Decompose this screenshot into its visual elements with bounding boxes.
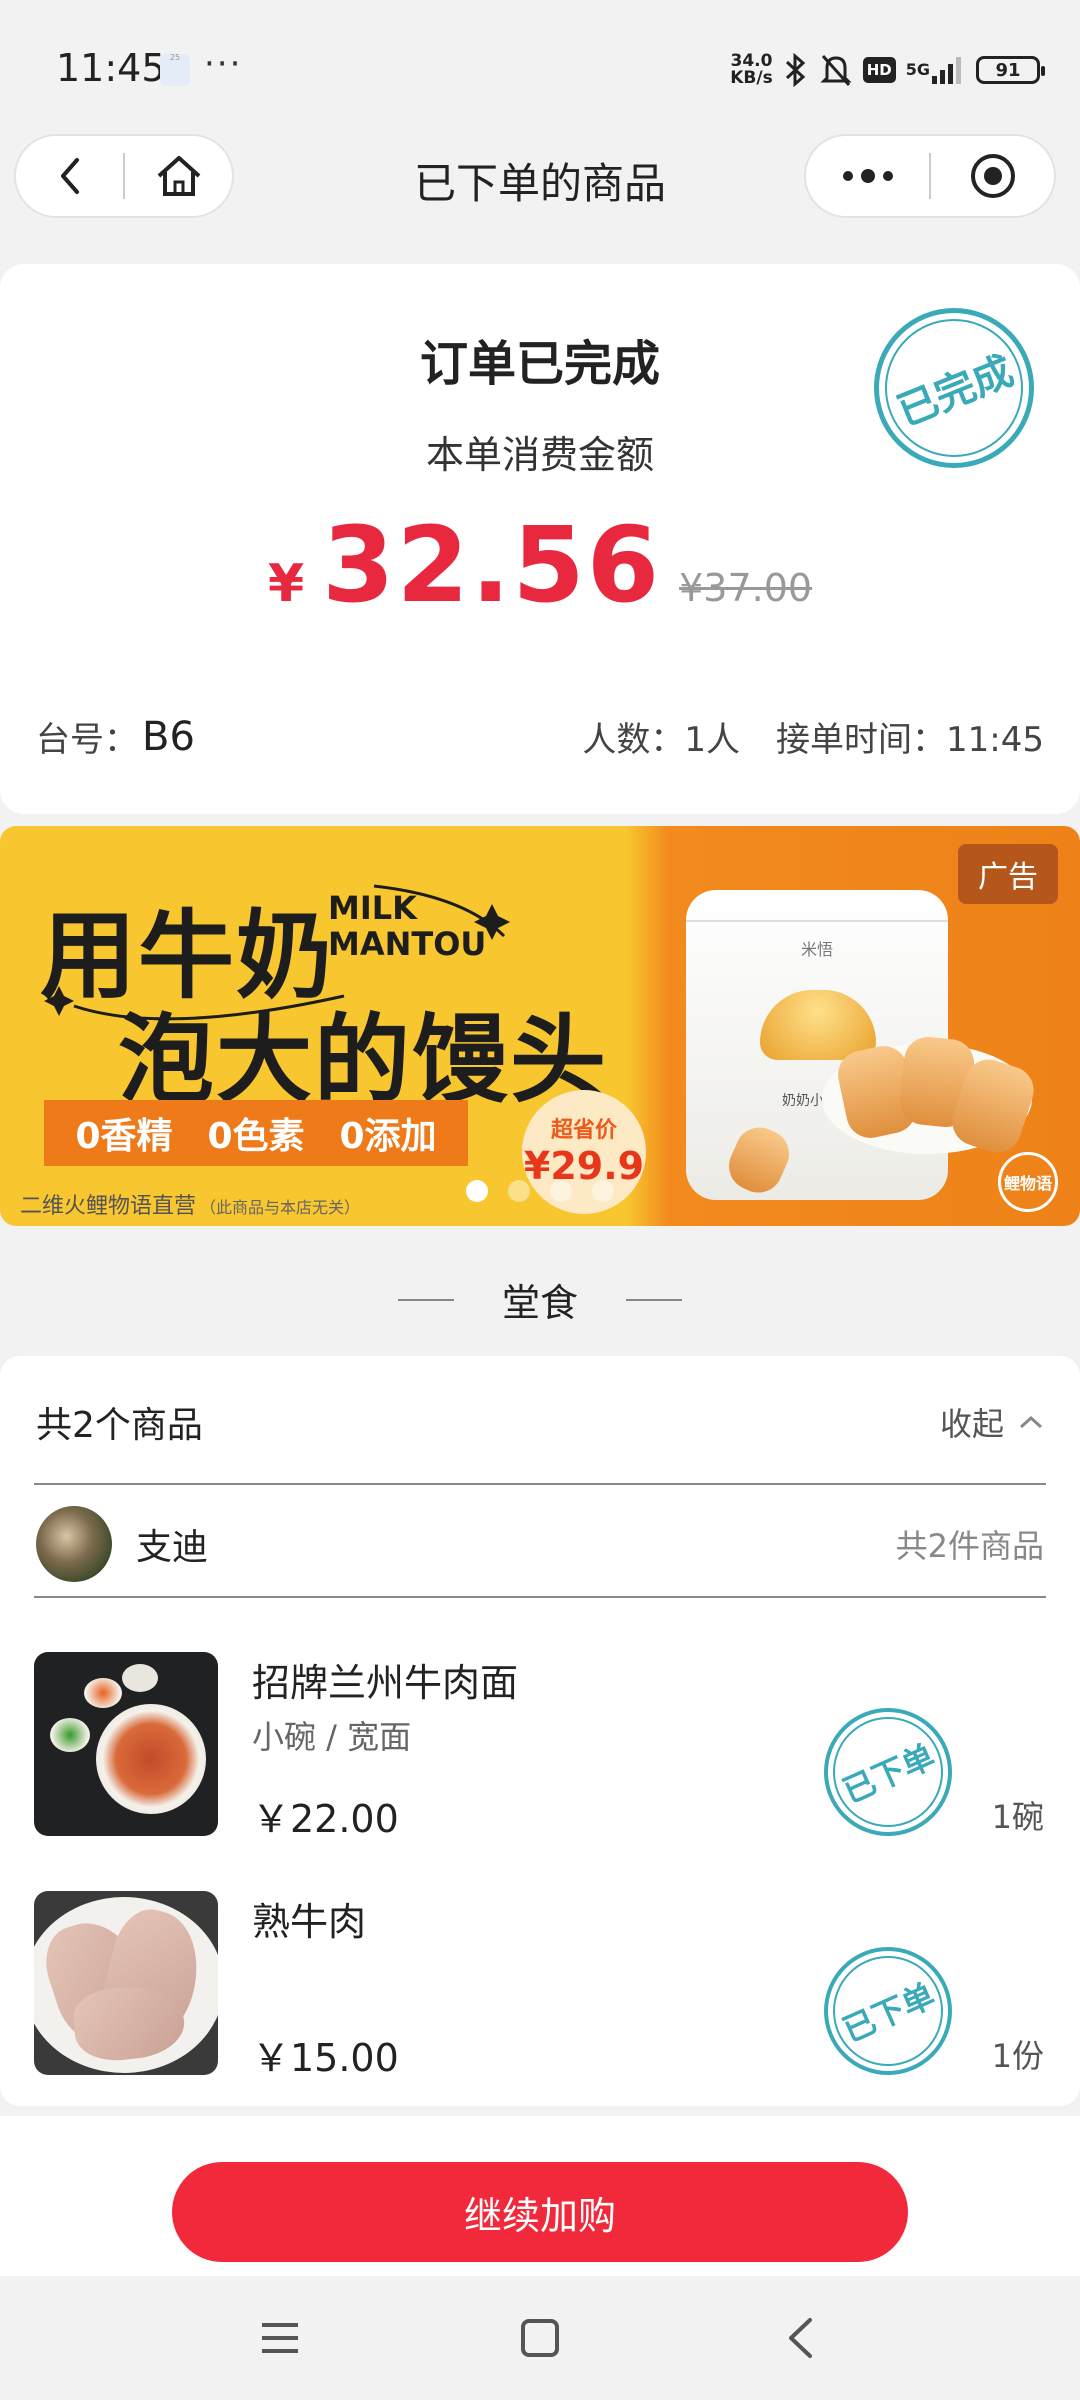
- list-item[interactable]: 招牌兰州牛肉面 小碗 / 宽面 ￥22.00 已下单 1碗: [34, 1652, 1044, 1845]
- status-bar: 11:45 25 ··· 34.0 KB/s HD 5G 91: [0, 0, 1080, 130]
- section-line: [626, 1298, 682, 1301]
- recents-button[interactable]: [250, 2308, 310, 2368]
- carousel-dot[interactable]: [550, 1180, 572, 1202]
- table-number: B6: [142, 713, 195, 760]
- order-meta-right: 人数：1人 接单时间：11:45: [582, 712, 1044, 761]
- calendar-day: 25: [169, 53, 181, 62]
- ad-carousel-dots: [466, 1180, 614, 1202]
- carousel-dot[interactable]: [508, 1180, 530, 1202]
- system-nav-bar: [0, 2276, 1080, 2400]
- battery-level: 91: [995, 59, 1021, 81]
- order-summary-card: 订单已完成 本单消费金额 ¥ 32.56 ¥37.00 已完成 台号： B6 人…: [0, 264, 1080, 814]
- order-time: 接单时间：11:45: [776, 720, 1044, 760]
- sliced-beef-image: [34, 1891, 218, 2075]
- nav-capsule-right: [804, 134, 1056, 218]
- user-row: 支迪 共2件商品: [36, 1504, 1044, 1584]
- item-price: ￥22.00: [252, 1797, 399, 1841]
- more-button[interactable]: [806, 136, 929, 216]
- ad-english-2: MANTOU: [328, 925, 487, 963]
- item-quantity: 1碗: [991, 1798, 1044, 1836]
- ad-label: 广告: [958, 844, 1058, 904]
- ad-english: MILK MANTOU: [328, 890, 486, 962]
- calendar-icon: 25: [160, 54, 190, 86]
- list-item[interactable]: 熟牛肉 ￥15.00 已下单 1份: [34, 1891, 1044, 2084]
- ad-brand-logo: 鲤物语: [998, 1152, 1058, 1212]
- goods-card: 共2个商品 收起 支迪 共2件商品 招牌兰州牛肉面 小碗 / 宽面 ￥22.00…: [0, 1356, 1080, 2106]
- currency-symbol: ¥: [267, 554, 305, 614]
- signal-icon: 5G: [906, 51, 966, 89]
- ordered-stamp: 已下单: [815, 1699, 961, 1845]
- carousel-dot[interactable]: [592, 1180, 614, 1202]
- close-miniapp-button[interactable]: [931, 136, 1054, 216]
- order-meta: 台号： B6 人数：1人 接单时间：11:45: [36, 712, 1044, 761]
- completed-stamp: 已完成: [864, 298, 1044, 478]
- collapse-button[interactable]: 收起: [940, 1399, 1044, 1445]
- ad-tag: 0添加: [339, 1107, 437, 1159]
- ordered-stamp-text: 已下单: [815, 1699, 961, 1845]
- user-goods-count: 共2件商品: [895, 1527, 1044, 1565]
- hd-label: HD: [862, 57, 896, 83]
- people-count: 人数：1人: [582, 720, 741, 760]
- goods-count: 共2个商品: [36, 1405, 203, 1446]
- item-spec: 小碗 / 宽面: [252, 1718, 412, 1756]
- section-title-text: 堂食: [501, 1281, 578, 1325]
- goods-header: 共2个商品 收起: [36, 1396, 1044, 1448]
- status-time: 11:45: [56, 46, 166, 90]
- ad-footer-note: （此商品与本店无关）: [200, 1198, 361, 1217]
- item-quantity: 1份: [991, 2037, 1044, 2075]
- section-line: [397, 1298, 454, 1301]
- ad-tag: 0香精: [75, 1107, 173, 1159]
- chevron-up-icon: [1019, 1415, 1043, 1429]
- original-amount: ¥37.00: [679, 566, 813, 610]
- add-more-button[interactable]: 继续加购: [172, 2162, 908, 2262]
- ad-footer-text: 二维火鲤物语直营: [20, 1194, 197, 1219]
- ad-banner[interactable]: 用牛奶 MILK MANTOU 泡大的馒头 0香精 0色素 0添加 二维火鲤物语…: [0, 826, 1080, 1226]
- home-nav-button[interactable]: [510, 2308, 570, 2368]
- net-speed: 34.0 KB/s: [730, 53, 772, 87]
- beef-noodle-image: [34, 1652, 218, 1836]
- ad-badge-label: 超省价: [550, 1118, 617, 1143]
- status-icons: 34.0 KB/s HD 5G 91: [730, 48, 1045, 92]
- nav-bar: 已下单的商品: [0, 130, 1080, 230]
- mute-bell-icon: [819, 51, 853, 89]
- battery-icon: 91: [976, 56, 1045, 84]
- table-label: 台号：: [36, 720, 138, 760]
- back-nav-button[interactable]: [770, 2308, 830, 2368]
- ad-english-1: MILK: [328, 889, 417, 927]
- price-row: ¥ 32.56 ¥37.00: [0, 504, 1080, 626]
- item-price: ￥15.00: [252, 2036, 399, 2080]
- ordered-stamp: 已下单: [815, 1938, 961, 2084]
- net-speed-unit: KB/s: [730, 68, 773, 88]
- divider: [34, 1596, 1046, 1598]
- divider: [34, 1483, 1046, 1485]
- ad-tag: 0色素: [207, 1107, 305, 1159]
- item-name: 熟牛肉: [252, 1900, 367, 1944]
- back-triangle-icon: [789, 2318, 812, 2358]
- carousel-dot[interactable]: [466, 1180, 488, 1202]
- bluetooth-icon: [783, 51, 809, 89]
- menu-icon: [262, 2323, 298, 2353]
- user-name: 支迪: [136, 1527, 209, 1568]
- square-icon: [521, 2319, 559, 2357]
- hd-icon: HD: [862, 51, 896, 89]
- ad-footer: 二维火鲤物语直营 （此商品与本店无关）: [20, 1188, 360, 1220]
- bottom-action-bar: 继续加购: [0, 2116, 1080, 2276]
- item-name: 招牌兰州牛肉面: [252, 1661, 519, 1705]
- target-circle-icon: [970, 154, 1015, 198]
- more-dots-icon: [842, 169, 893, 183]
- avatar: [36, 1506, 112, 1582]
- dine-in-section-title: 堂食: [0, 1272, 1080, 1327]
- network-type: 5G: [905, 60, 930, 79]
- status-more: ···: [204, 44, 243, 84]
- ad-tags: 0香精 0色素 0添加: [44, 1100, 468, 1166]
- total-amount: 32.56: [322, 504, 662, 626]
- collapse-label: 收起: [939, 1405, 1004, 1443]
- ordered-stamp-text: 已下单: [815, 1938, 961, 2084]
